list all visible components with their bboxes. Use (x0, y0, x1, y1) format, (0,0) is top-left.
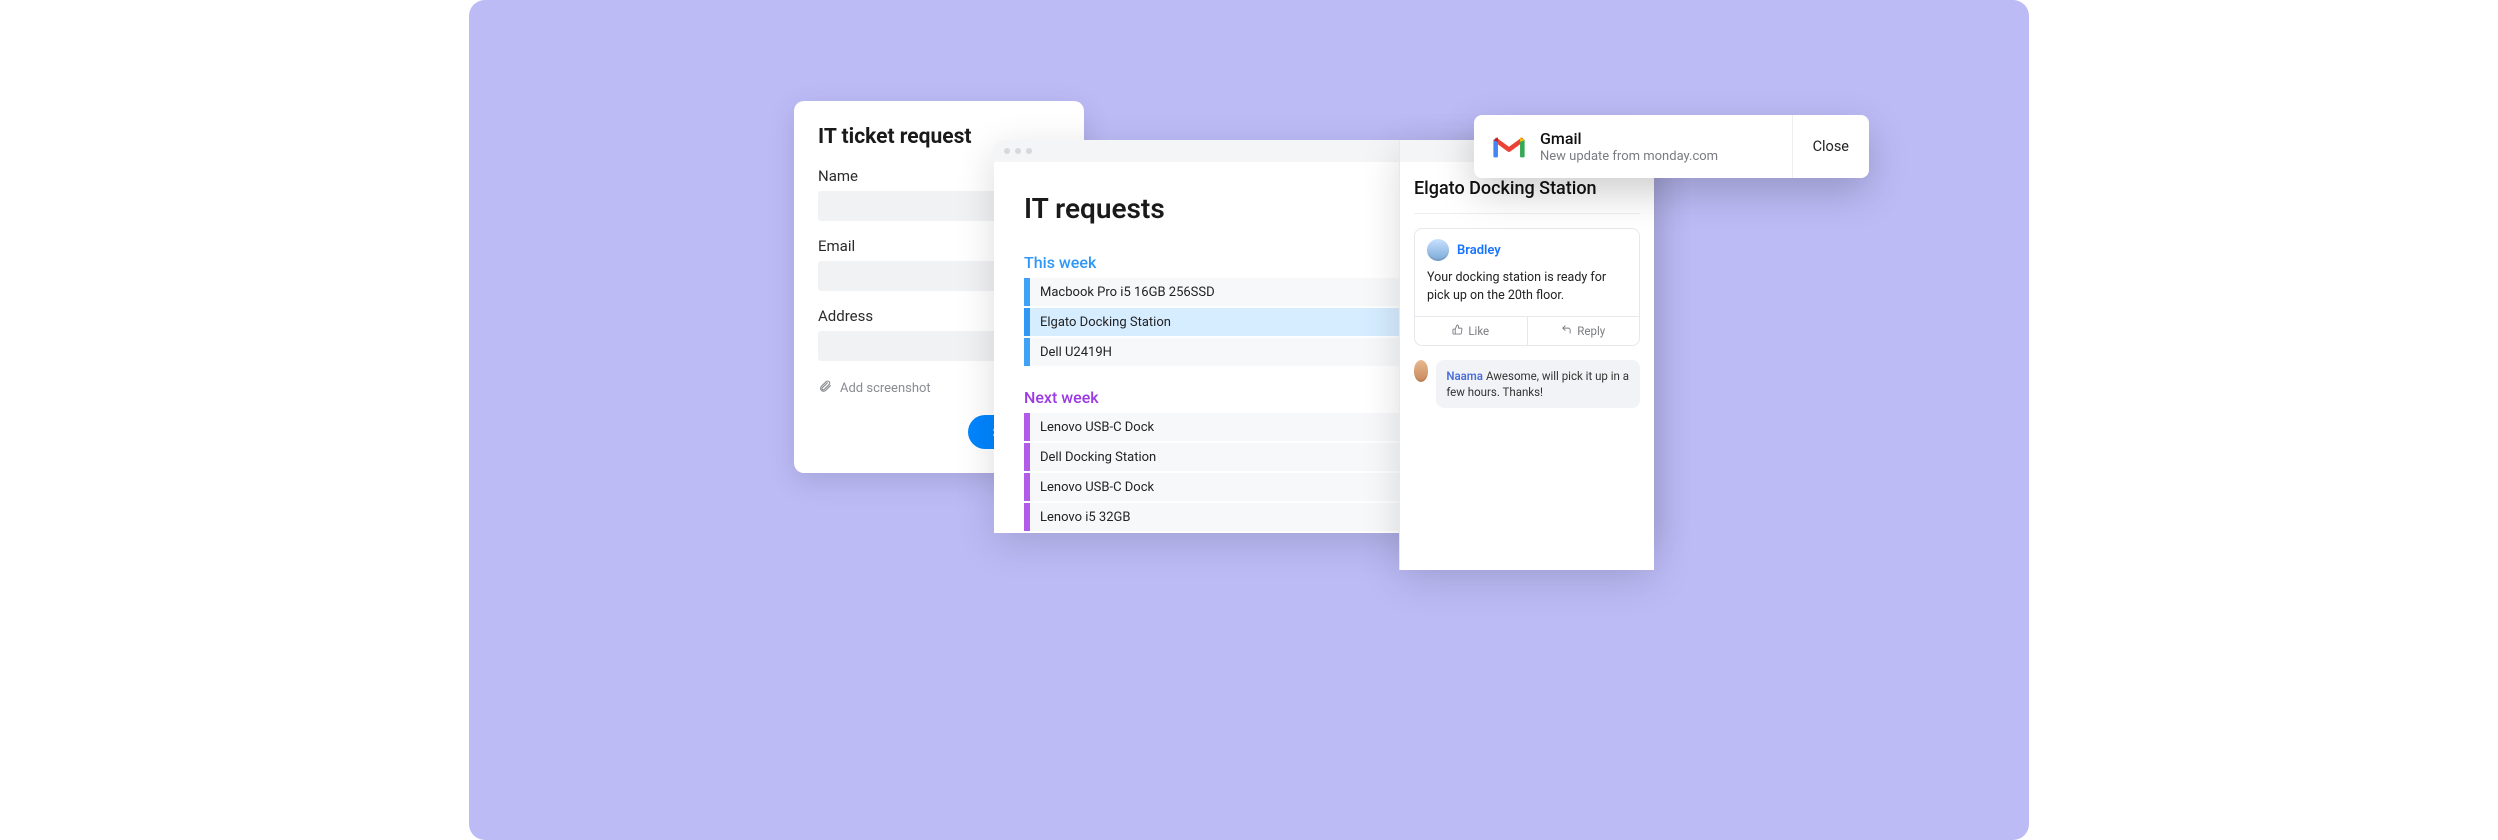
detail-title: Elgato Docking Station (1414, 178, 1640, 214)
update-author[interactable]: Bradley (1457, 243, 1501, 258)
reply-icon (1561, 324, 1572, 338)
update-text: Your docking station is ready for pick u… (1415, 265, 1639, 316)
paperclip-icon (818, 379, 832, 397)
traffic-dot-icon (1015, 148, 1021, 154)
notification-toast: Gmail New update from monday.com Close (1474, 115, 1869, 178)
avatar (1414, 360, 1428, 382)
update-card: Bradley Your docking station is ready fo… (1414, 228, 1640, 346)
notification-title: Gmail (1540, 129, 1718, 148)
attach-label: Add screenshot (840, 381, 931, 396)
like-button[interactable]: Like (1415, 317, 1528, 345)
reply-bubble: NaamaAwesome, will pick it up in a few h… (1414, 360, 1640, 408)
avatar (1427, 239, 1449, 261)
stage: IT ticket request Name Email Address Add… (469, 0, 2029, 840)
detail-panel: ✕ Elgato Docking Station Bradley Your do… (1399, 140, 1654, 570)
gmail-icon (1492, 134, 1526, 160)
notification-subtitle: New update from monday.com (1540, 149, 1718, 164)
traffic-dot-icon (1004, 148, 1010, 154)
notification-close-button[interactable]: Close (1792, 115, 1869, 178)
thumbs-up-icon (1452, 324, 1463, 338)
reply-button[interactable]: Reply (1528, 317, 1640, 345)
reply-author[interactable]: Naama (1446, 369, 1483, 383)
traffic-dot-icon (1026, 148, 1032, 154)
